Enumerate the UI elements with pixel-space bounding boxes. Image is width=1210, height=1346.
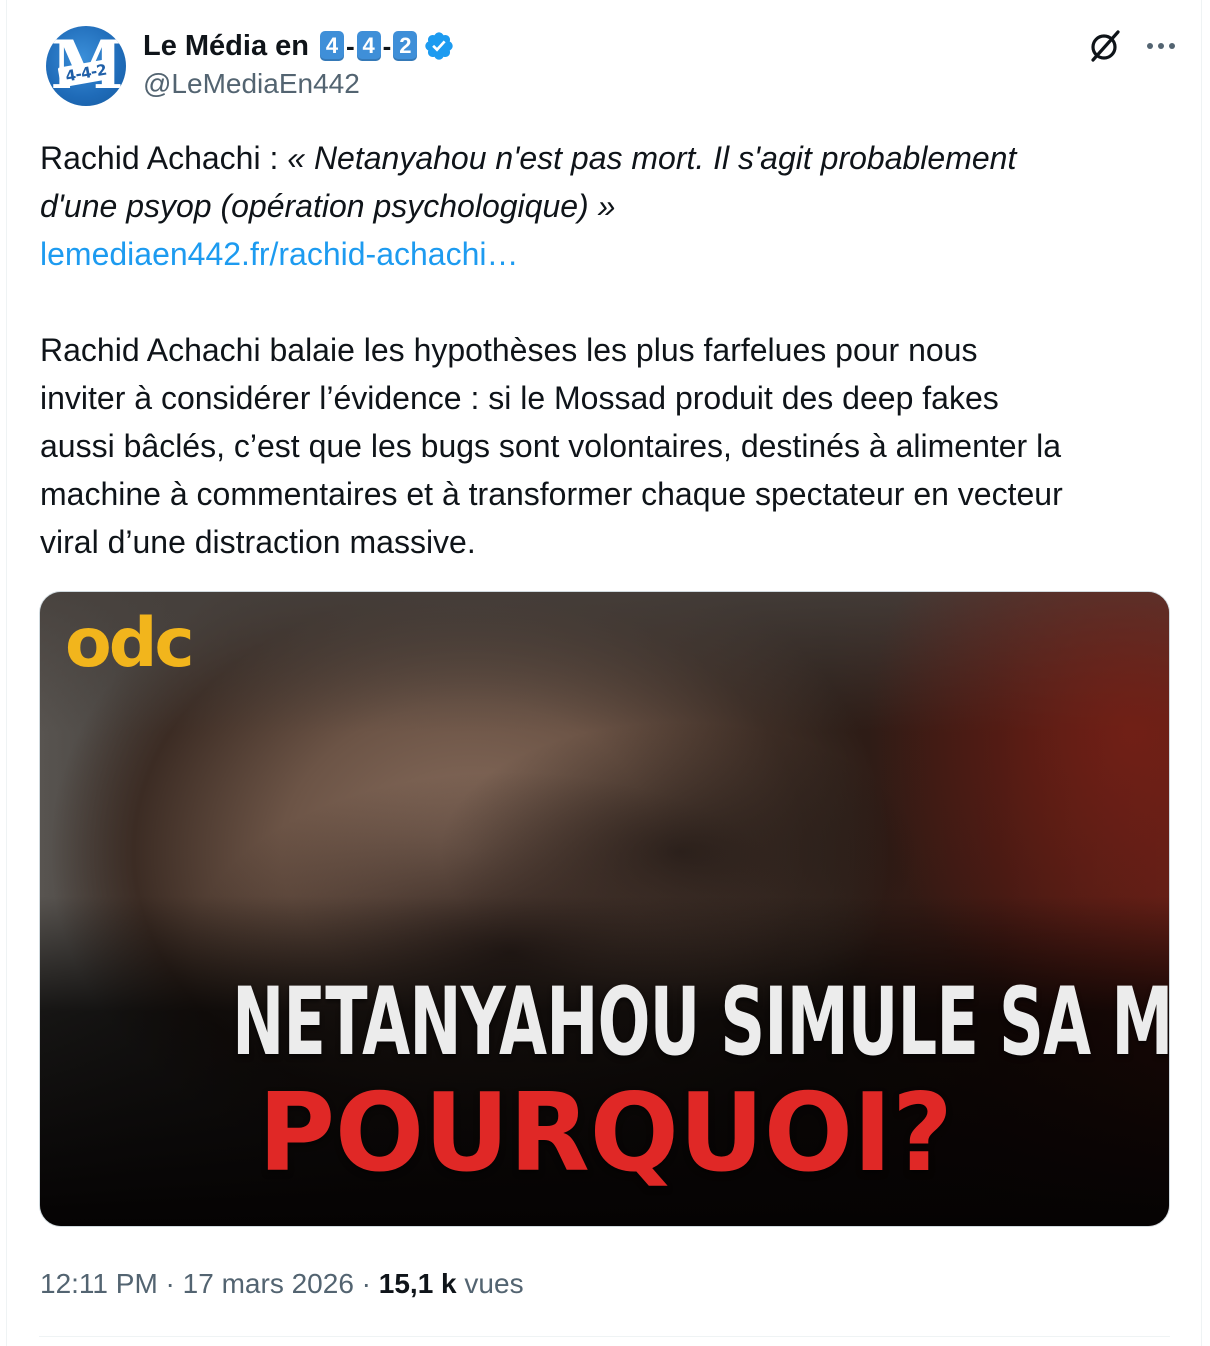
tweet-meta: 12:11 PM · 17 mars 2026 · 15,1 k vues [40,1264,524,1304]
avatar[interactable]: M 4-4-2 [46,26,126,106]
body-line: machine à commentaires et à transformer … [40,476,1063,512]
body-line: inviter à considérer l’évidence : si le … [40,380,999,416]
speaker-label: Rachid Achachi : [40,140,288,176]
quote-text: « Netanyahou n'est pas mort. Il s'agit p… [287,140,1017,176]
more-icon[interactable] [1144,33,1178,59]
media-image[interactable]: odc NETANYAHOU SIMULE SA MORT POURQUOI? [39,591,1170,1227]
meta-separator: · [353,1268,379,1299]
timestamp-date[interactable]: 17 mars 2026 [183,1268,354,1299]
timestamp-time[interactable]: 12:11 PM [40,1268,158,1299]
body-line: Rachid Achachi balaie les hypothèses les… [40,332,978,368]
divider [39,1336,1170,1337]
author-handle[interactable]: @LeMediaEn442 [143,68,360,100]
keycap-digit: 2 [393,31,418,61]
image-headline: NETANYAHOU SIMULE SA MORT [232,968,1169,1077]
keycap-digit: 4 [320,31,344,61]
views-count: 15,1 k [378,1268,457,1299]
channel-logo: odc [65,604,195,683]
article-link[interactable]: lemediaen442.fr/rachid-achachi… [40,230,1170,278]
keycap-separator: - [346,30,355,61]
tweet-text-intro: Rachid Achachi : « Netanyahou n'est pas … [40,134,1170,278]
body-line: viral d’une distraction massive. [40,524,476,560]
keycap-separator: - [382,30,392,61]
quote-line-2: d'une psyop (opération psychologique) » [40,188,616,224]
body-line: aussi bâclés, c’est que les bugs sont vo… [40,428,1061,464]
grok-icon[interactable] [1085,26,1125,66]
quote-line-1: Rachid Achachi : « Netanyahou n'est pas … [40,134,1170,182]
display-name[interactable]: Le Média en [143,30,309,63]
author-name-row[interactable]: Le Média en 4 - 4 - 2 [143,28,455,64]
keycap-digit: 4 [356,31,381,61]
tweet-text-body: Rachid Achachi balaie les hypothèses les… [40,326,1170,566]
image-subheadline: POURQUOI? [258,1071,953,1196]
views-label: vues [456,1268,524,1299]
meta-separator: · [157,1268,183,1299]
verified-badge-icon[interactable] [423,30,455,62]
